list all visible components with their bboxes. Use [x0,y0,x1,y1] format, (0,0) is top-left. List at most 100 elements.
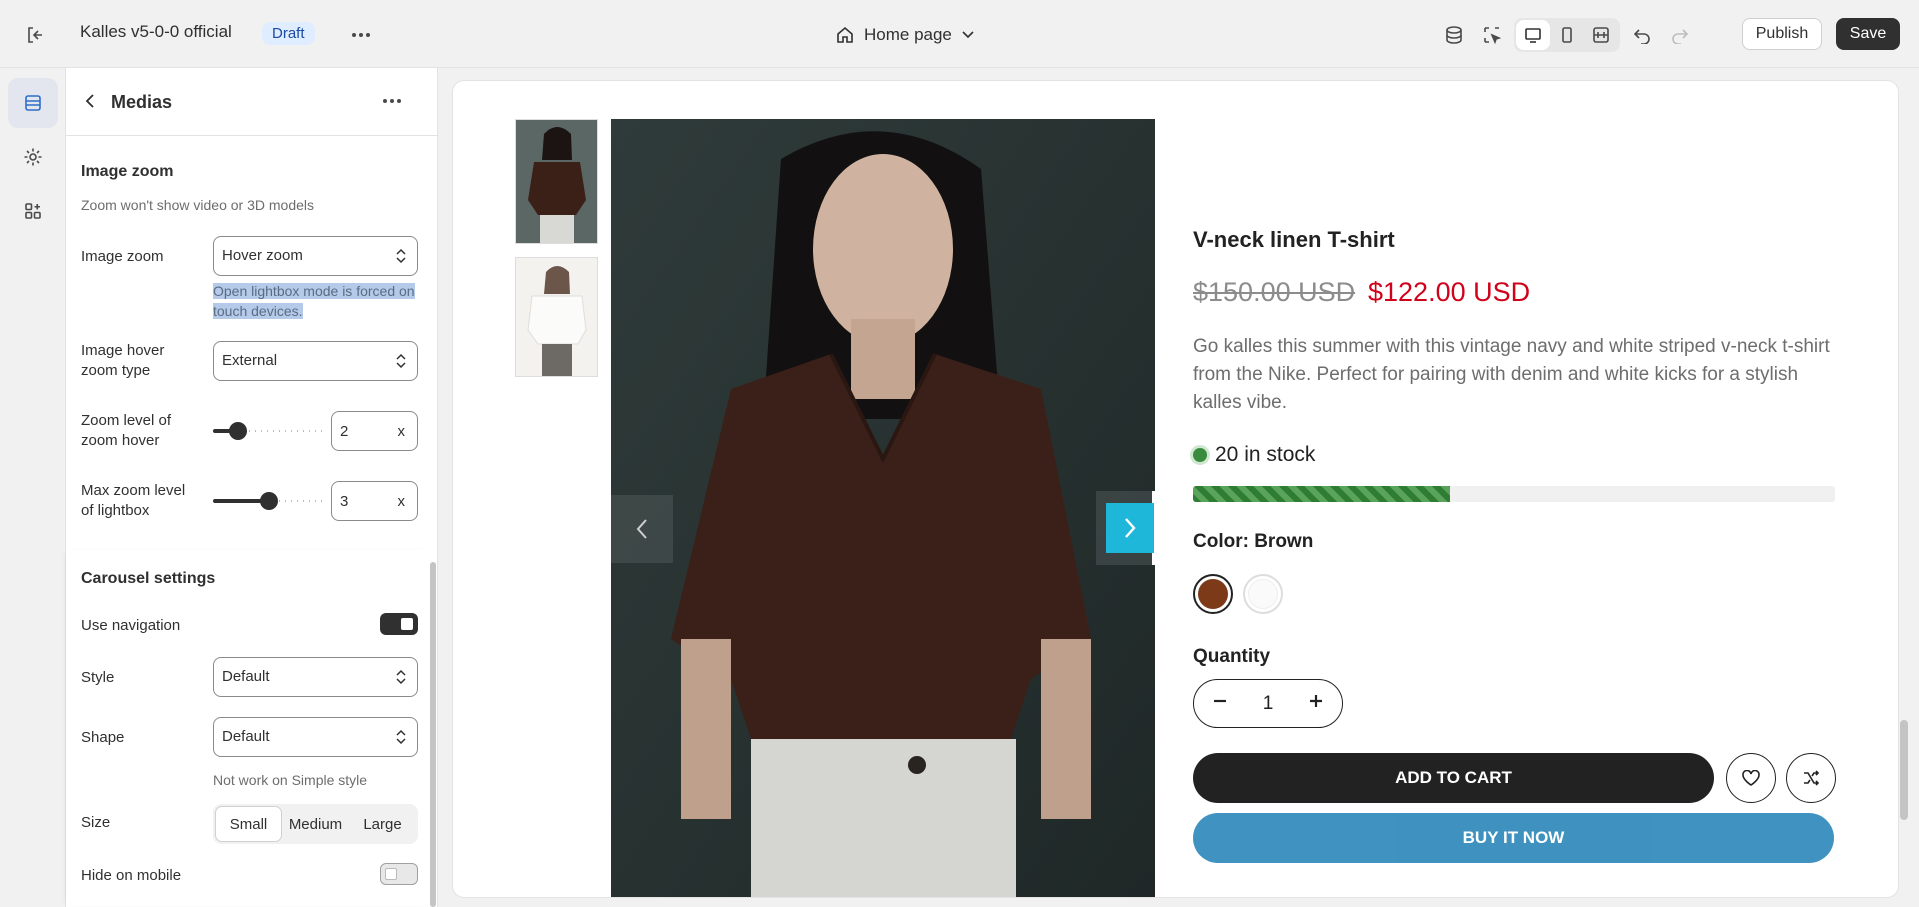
sections-icon[interactable] [8,78,58,128]
max-zoom-label: Max zoom level of lightbox [81,482,186,519]
panel-scrollbar[interactable] [430,562,436,907]
max-zoom-slider[interactable] [213,491,325,511]
zoom-level-unit: x [397,423,406,440]
swatch-fill [1248,579,1278,609]
max-zoom-value: 3 [340,493,349,510]
lightbox-hint: Open lightbox mode is forced on touch de… [213,281,418,321]
style-select-value: Default [222,668,270,685]
product-title: V-neck linen T-shirt [1193,227,1395,252]
use-navigation-toggle[interactable] [380,613,418,635]
store-name: Kalles v5-0-0 official [80,22,232,41]
stock-progress-fill [1193,486,1450,502]
plus-icon[interactable] [1308,693,1324,715]
stock-status: 20 in stock [1193,443,1315,467]
database-icon[interactable] [1438,19,1470,51]
carousel-next-active[interactable] [1106,503,1154,553]
quantity-stepper: 1 [1193,679,1343,728]
settings-gear-icon[interactable] [8,132,58,182]
full-width-view-icon[interactable] [1584,20,1618,50]
apps-icon[interactable] [8,186,58,236]
select-chevrons-icon [396,729,406,745]
exit-icon[interactable] [20,20,50,50]
stock-dot-icon [1193,448,1207,462]
compare-shuffle-icon[interactable] [1786,753,1836,803]
size-option-large[interactable]: Large [350,807,415,841]
max-zoom-input[interactable]: 3 x [331,481,418,521]
product-main-image[interactable] [611,119,1155,897]
mobile-view-icon[interactable] [1550,20,1584,50]
chevron-left-icon [636,519,647,539]
select-chevrons-icon [396,353,406,369]
product-thumbnail[interactable] [515,119,598,244]
top-bar: Kalles v5-0-0 official Draft Home page P… [0,0,1919,68]
image-zoom-heading: Image zoom [81,163,174,180]
hover-zoom-type-label: Image hover zoom type [81,342,165,379]
wishlist-heart-icon[interactable] [1726,753,1776,803]
view-mode-group [1514,18,1620,52]
style-label: Style [81,669,115,686]
settings-panel: Medias Image zoom Zoom won't show video … [66,68,438,907]
panel-more-icon[interactable] [377,86,407,116]
shape-label: Shape [81,729,125,746]
home-icon [837,26,853,43]
select-chevrons-icon [396,248,406,264]
shape-select[interactable]: Default [213,717,418,757]
product-description: Go kalles this summer with this vintage … [1193,336,1830,413]
hover-zoom-type-select[interactable]: External [213,341,418,381]
left-rail [0,68,66,907]
color-label: Color: Brown [1193,531,1314,552]
color-swatch-white[interactable] [1243,574,1283,614]
quantity-value[interactable]: 1 [1263,693,1274,715]
preview-scrollbar[interactable] [1900,720,1908,820]
save-button[interactable]: Save [1836,18,1900,50]
carousel-next-button[interactable] [1096,491,1160,565]
add-to-cart-button[interactable]: ADD TO CART [1193,753,1714,803]
toggle-knob [385,868,397,880]
panel-header: Medias [66,68,438,136]
color-swatch-brown[interactable] [1193,574,1233,614]
toolbar-icons [1438,18,1696,52]
zoom-level-label: Zoom level of zoom hover [81,412,172,449]
desktop-view-icon[interactable] [1516,20,1550,50]
size-option-medium[interactable]: Medium [283,807,348,841]
max-zoom-unit: x [397,493,406,510]
sale-price: $122.00 USD [1368,277,1531,307]
zoom-level-input[interactable]: 2 x [331,411,418,451]
product-thumbnail[interactable] [515,257,598,377]
carousel-settings-heading: Carousel settings [81,570,216,587]
zoom-level-slider[interactable] [213,421,325,441]
chevron-down-icon [962,31,974,39]
publish-button[interactable]: Publish [1742,18,1822,50]
image-zoom-description: Zoom won't show video or 3D models [81,197,314,213]
use-navigation-label: Use navigation [81,617,181,634]
lightbox-hint-text: Open lightbox mode is forced on touch de… [213,283,415,319]
shape-select-value: Default [222,728,270,745]
minus-icon[interactable] [1212,693,1228,715]
size-label: Size [81,814,111,831]
toggle-knob [401,618,413,630]
more-options-icon[interactable] [346,20,376,50]
slider-thumb[interactable] [228,422,247,440]
hover-zoom-type-value: External [222,352,278,369]
style-select[interactable]: Default [213,657,418,697]
page-selector[interactable]: Home page [836,20,974,50]
page-selector-label: Home page [864,25,952,44]
back-arrow-icon[interactable] [76,86,106,116]
status-badge: Draft [262,22,315,45]
size-option-small[interactable]: Small [216,807,281,841]
buy-it-now-button[interactable]: BUY IT NOW [1193,813,1834,863]
chevron-right-icon [1125,518,1136,538]
image-zoom-select-value: Hover zoom [222,247,303,264]
slider-thumb[interactable] [260,492,278,510]
carousel-prev-button[interactable] [603,495,673,563]
redo-icon[interactable] [1664,19,1696,51]
compare-at-price: $150.00 USD [1193,277,1356,307]
inspector-icon[interactable] [1476,19,1508,51]
shape-hint: Not work on Simple style [213,772,368,788]
hide-on-mobile-toggle[interactable] [380,863,418,885]
hide-on-mobile-label: Hide on mobile [81,867,182,884]
undo-icon[interactable] [1626,19,1658,51]
quantity-label: Quantity [1193,646,1271,667]
store-preview: V-neck linen T-shirt $150.00 USD $122.00… [452,80,1899,898]
image-zoom-select[interactable]: Hover zoom [213,236,418,276]
